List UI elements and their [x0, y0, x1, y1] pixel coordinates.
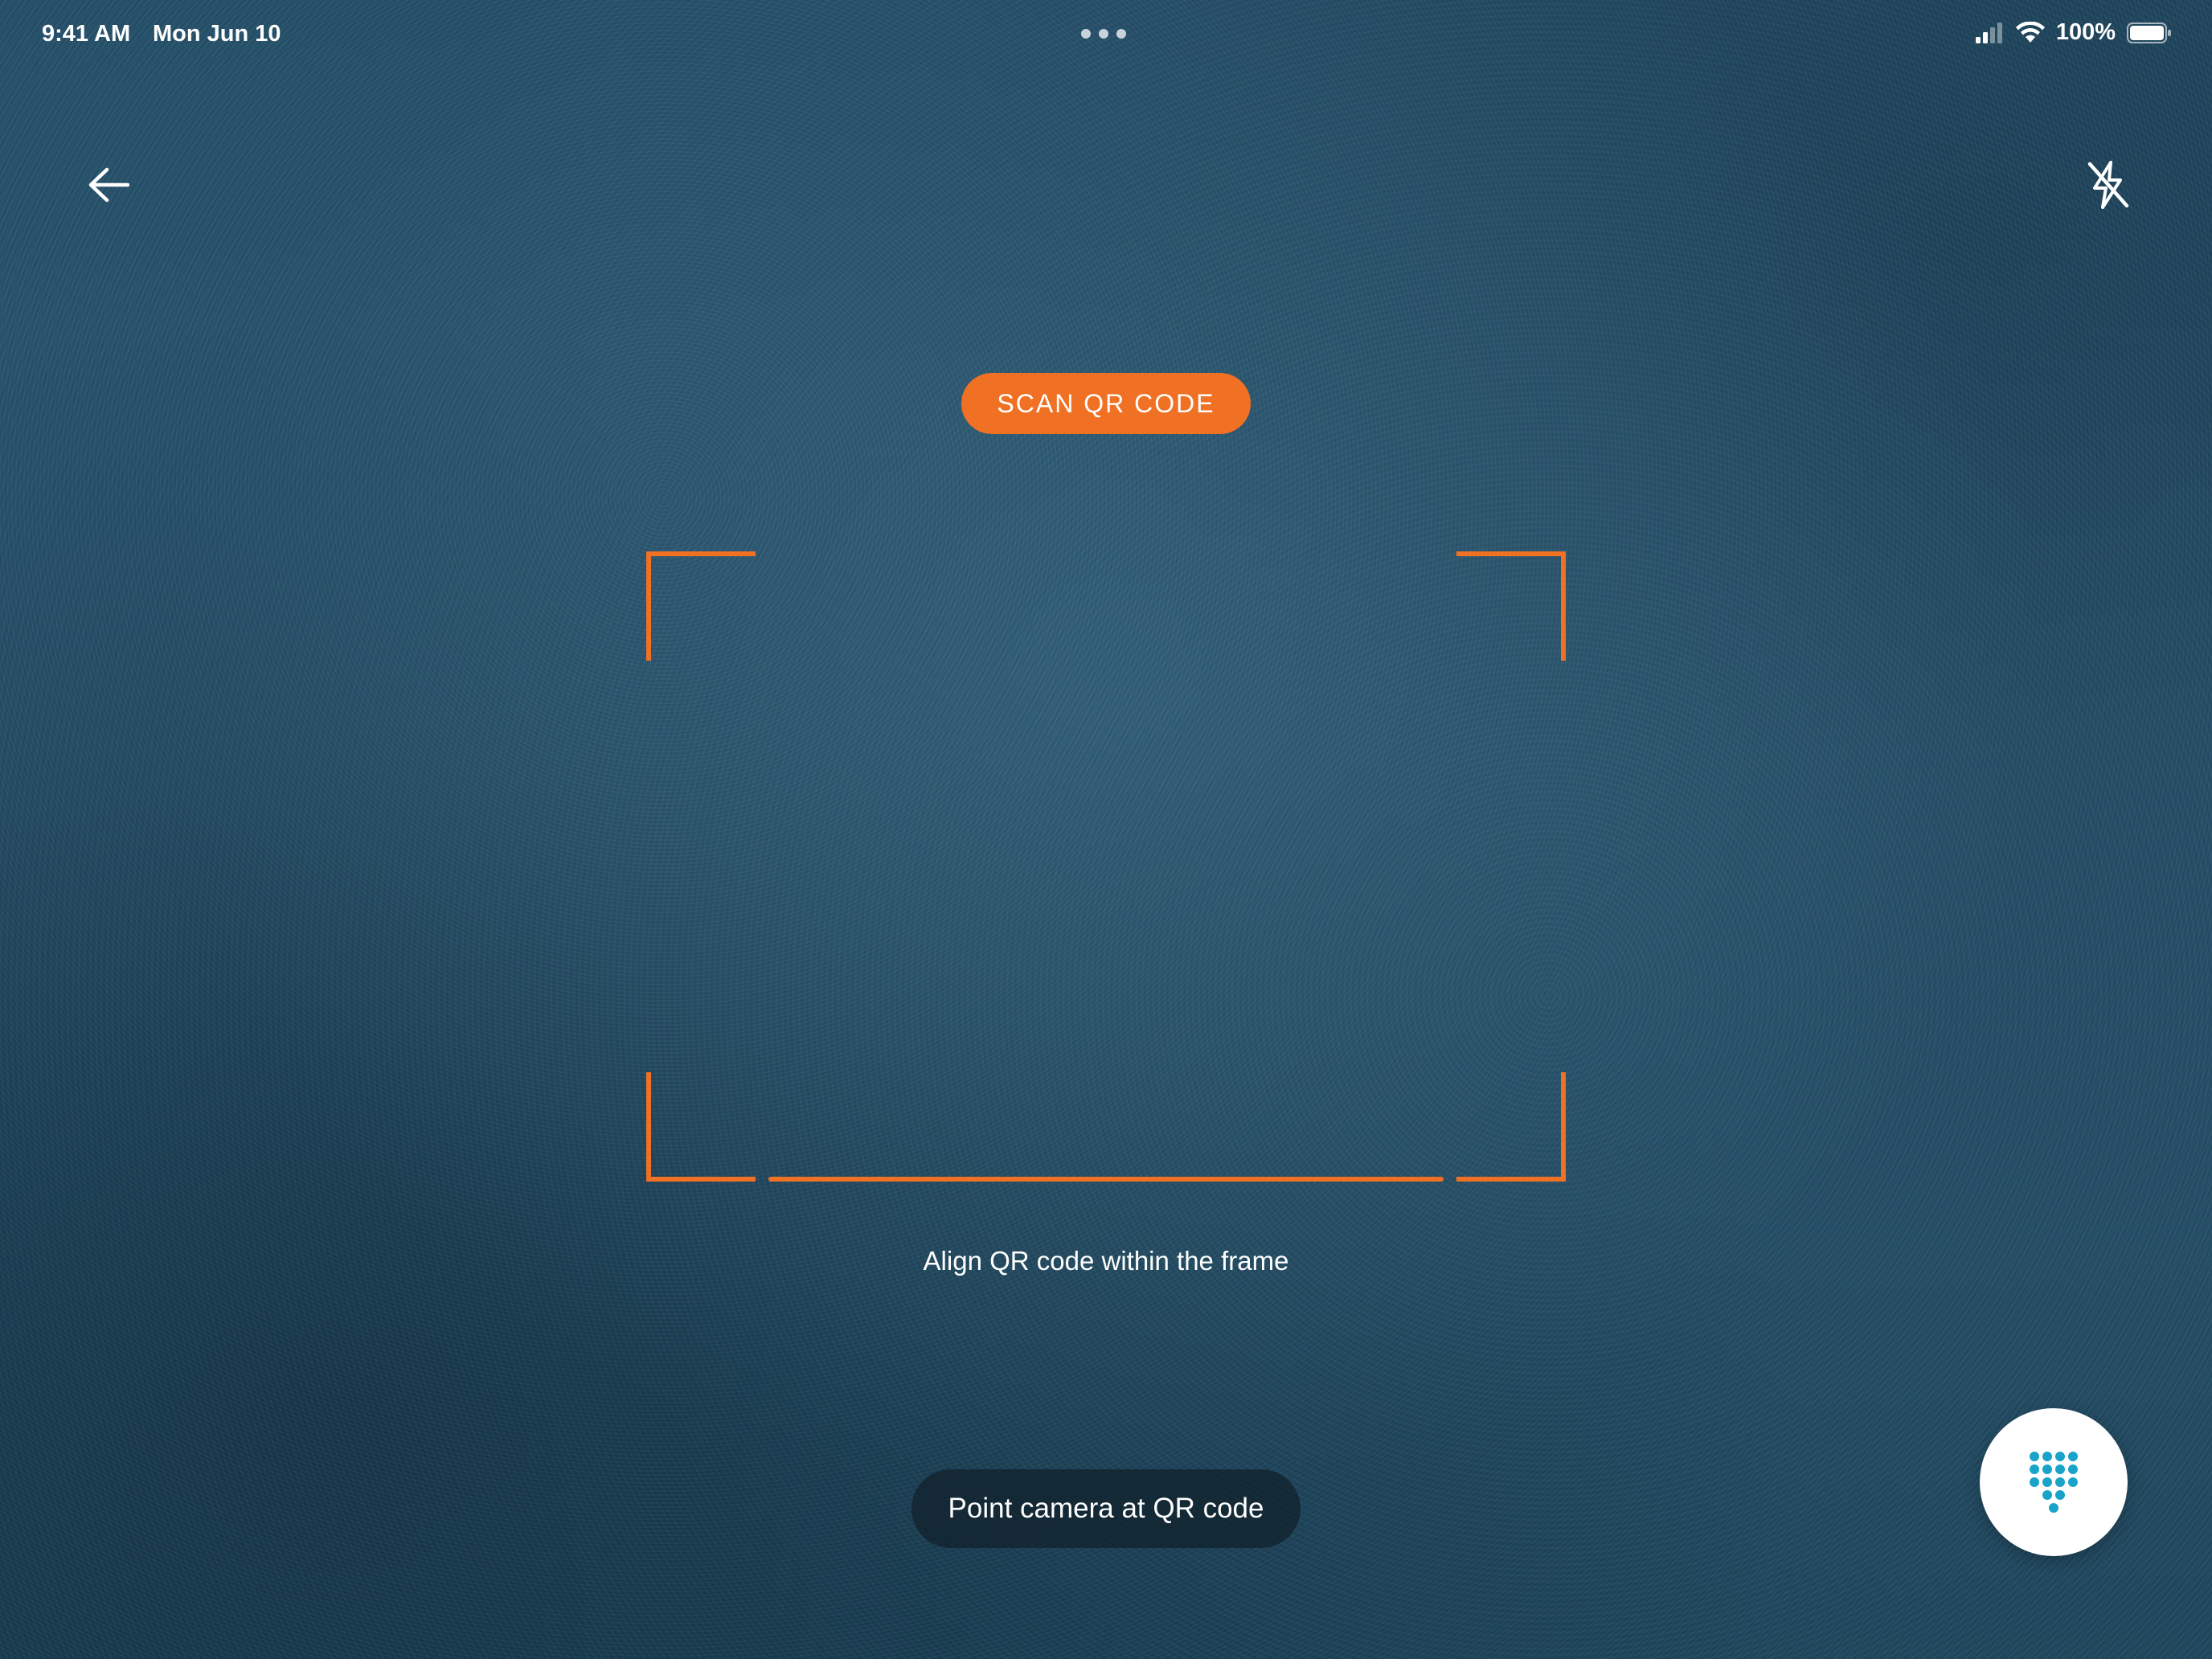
manual-entry-keypad-button[interactable] [1980, 1408, 2128, 1556]
dot [1116, 29, 1126, 39]
frame-corner-top-left [646, 551, 756, 661]
dot [1081, 29, 1091, 39]
wifi-icon [2015, 21, 2045, 43]
battery-percentage: 100% [2055, 19, 2116, 45]
battery-icon [2127, 22, 2171, 43]
multitasking-dots[interactable] [1081, 29, 1126, 39]
qr-scanner-screen: 9:41 AM Mon Jun 10 100% SCAN QR CODE Ali… [0, 0, 2212, 1659]
status-bar: 9:41 AM Mon Jun 10 100% [0, 0, 2212, 72]
frame-corner-top-right [1456, 551, 1566, 661]
frame-corner-bottom-right [1456, 1072, 1566, 1182]
flash-off-icon [2087, 161, 2129, 209]
arrow-left-icon [88, 167, 129, 203]
status-time: 9:41 AM [42, 21, 131, 47]
dialpad-icon [2030, 1452, 2078, 1513]
signal-icon [1975, 22, 2002, 43]
align-hint: Align QR code within the frame [923, 1246, 1289, 1276]
back-button[interactable] [80, 157, 137, 213]
status-indicators: 100% [1975, 19, 2172, 46]
flash-toggle-button[interactable] [2075, 153, 2140, 217]
scan-frame [646, 551, 1566, 1182]
scan-title-badge: SCAN QR CODE [961, 373, 1251, 434]
instruction-toast: Point camera at QR code [911, 1469, 1301, 1548]
scan-line [768, 1177, 1444, 1182]
dot [1099, 29, 1108, 39]
status-date: Mon Jun 10 [153, 21, 281, 47]
frame-corner-bottom-left [646, 1072, 756, 1182]
